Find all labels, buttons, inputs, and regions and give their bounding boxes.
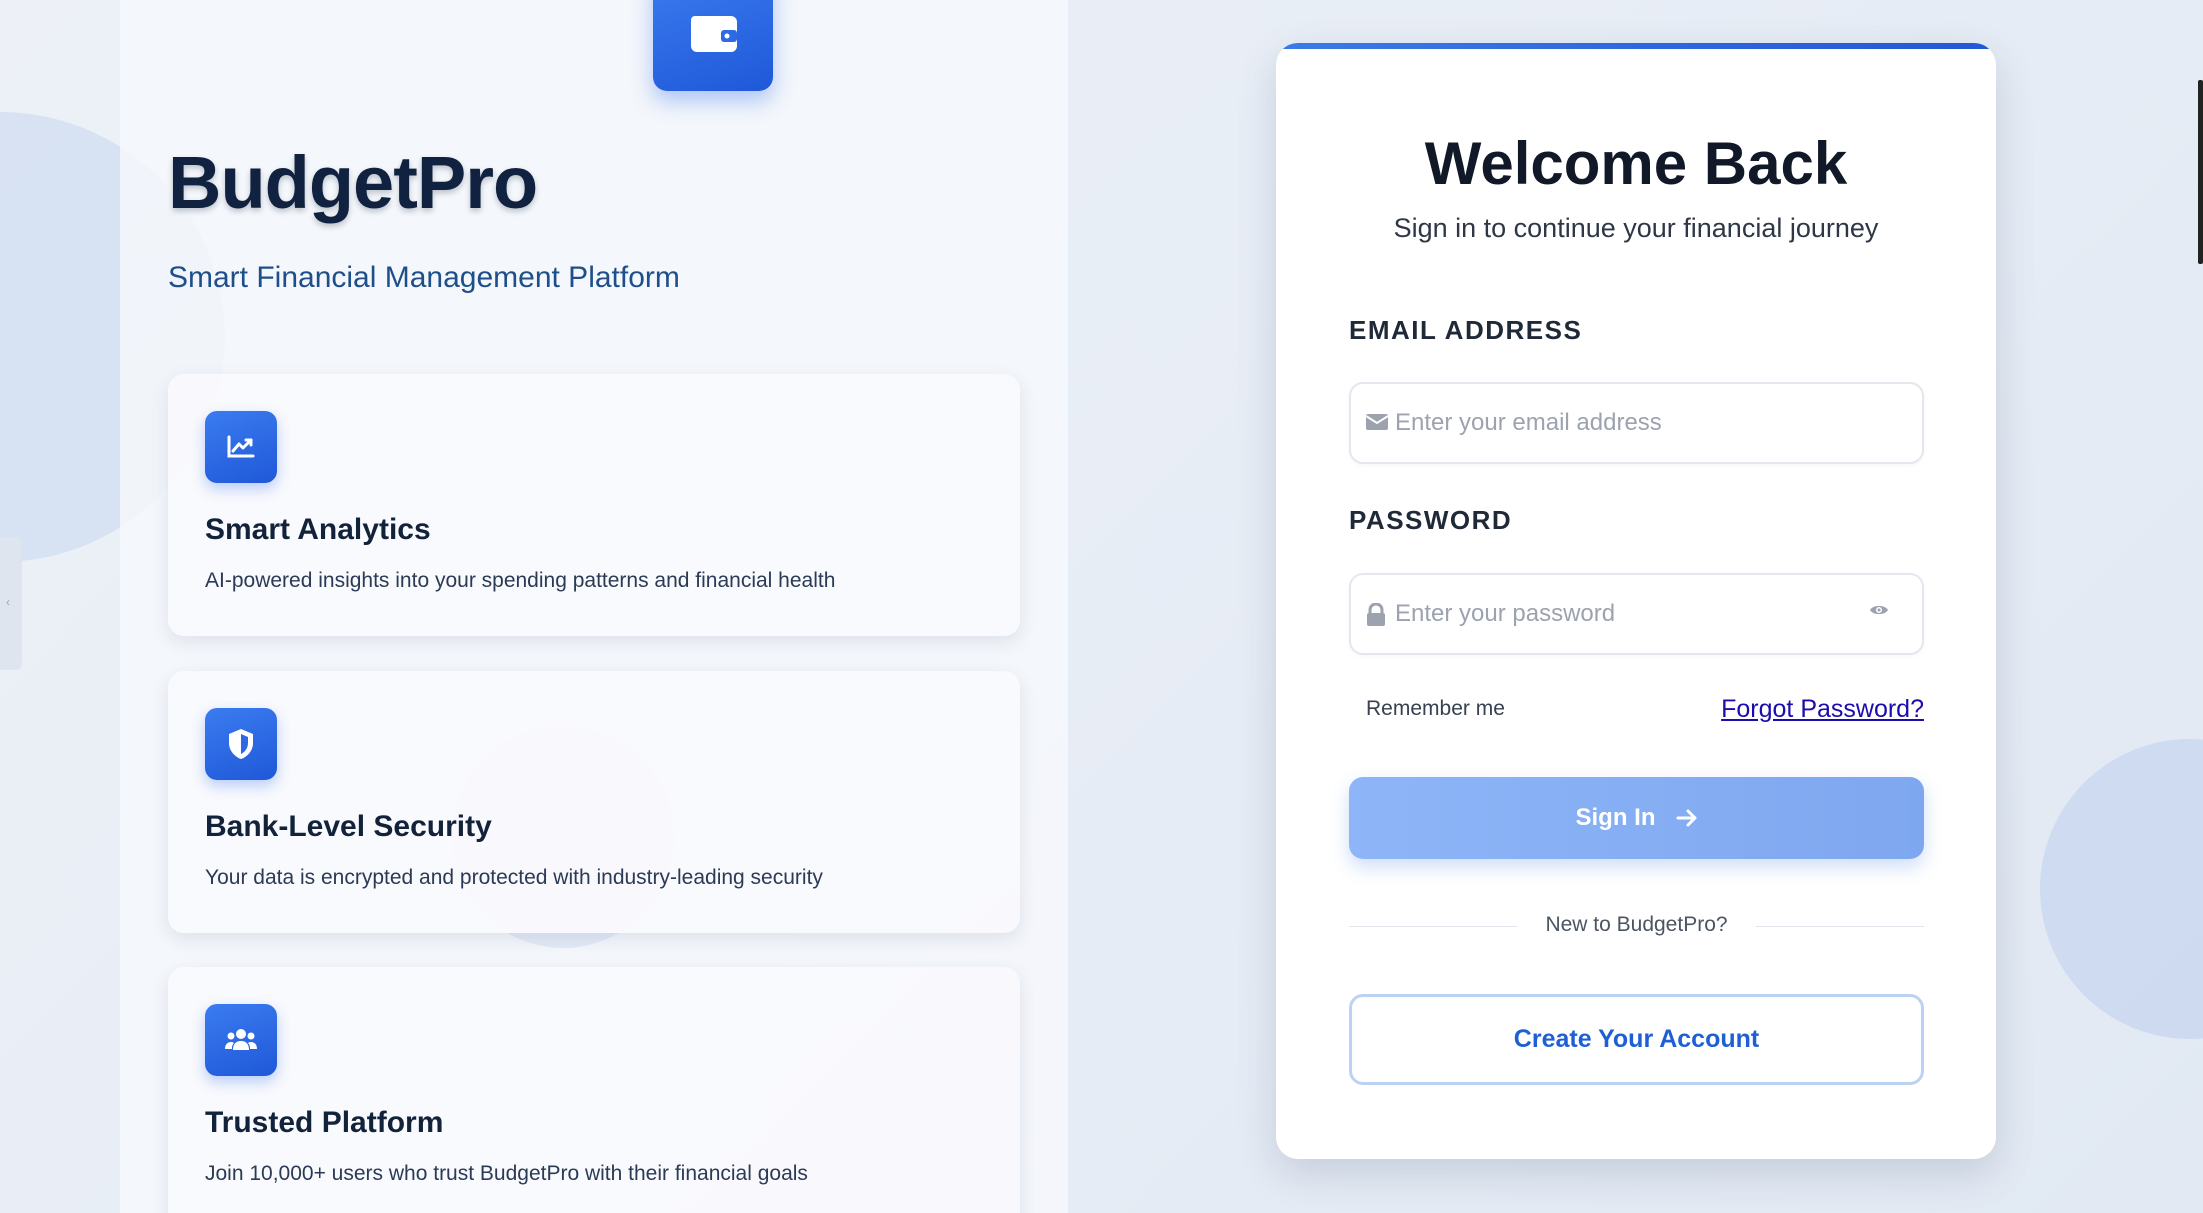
brand-tagline: Smart Financial Management Platform — [168, 261, 680, 294]
create-account-label: Create Your Account — [1513, 1025, 1760, 1053]
card-accent-bar — [1276, 43, 1996, 49]
feature-card-analytics: Smart Analytics AI-powered insights into… — [168, 374, 1020, 636]
login-card: Welcome Back Sign in to continue your fi… — [1276, 43, 1996, 1159]
chart-line-icon — [205, 411, 277, 483]
feature-card-security: Bank-Level Security Your data is encrypt… — [168, 671, 1020, 933]
collapse-handle[interactable]: ‹ — [0, 537, 22, 670]
decorative-circle — [2040, 739, 2203, 1039]
envelope-icon — [1365, 414, 1389, 430]
feature-description: Join 10,000+ users who trust BudgetPro w… — [205, 1162, 808, 1185]
password-label: PASSWORD — [1349, 505, 1513, 535]
login-subtitle: Sign in to continue your financial journ… — [1393, 213, 1879, 243]
sign-in-button[interactable]: Sign In — [1349, 777, 1924, 859]
wallet-icon — [691, 16, 737, 52]
feature-title: Bank-Level Security — [205, 810, 492, 843]
create-account-button[interactable]: Create Your Account — [1349, 994, 1924, 1085]
divider-text: New to BudgetPro? — [1545, 913, 1728, 936]
signup-divider: New to BudgetPro? — [1349, 911, 1924, 941]
password-input[interactable] — [1395, 575, 1875, 653]
divider-line — [1756, 926, 1924, 927]
remember-me-label[interactable]: Remember me — [1366, 697, 1505, 721]
feature-title: Trusted Platform — [205, 1106, 444, 1139]
feature-description: AI-powered insights into your spending p… — [205, 569, 836, 592]
brand-panel: BudgetPro Smart Financial Management Pla… — [120, 0, 1068, 1213]
arrow-right-icon — [1676, 809, 1696, 827]
login-page: BudgetPro Smart Financial Management Pla… — [0, 0, 2203, 1213]
brand-title: BudgetPro — [168, 141, 538, 224]
shield-icon — [205, 708, 277, 780]
email-label: EMAIL ADDRESS — [1349, 315, 1583, 345]
feature-title: Smart Analytics — [205, 513, 431, 546]
email-input[interactable] — [1395, 384, 1875, 462]
feature-card-trusted: Trusted Platform Join 10,000+ users who … — [168, 967, 1020, 1213]
eye-icon[interactable] — [1869, 603, 1889, 617]
forgot-password-link[interactable]: Forgot Password? — [1719, 695, 1924, 724]
users-icon — [205, 1004, 277, 1076]
lock-icon — [1367, 603, 1385, 626]
chevron-left-icon: ‹ — [6, 595, 10, 609]
feature-description: Your data is encrypted and protected wit… — [205, 866, 823, 889]
email-field[interactable] — [1349, 382, 1924, 464]
sign-in-label: Sign In — [1575, 804, 1656, 831]
scrollbar-thumb[interactable] — [2198, 80, 2203, 264]
wallet-logo — [653, 0, 773, 91]
password-field[interactable] — [1349, 573, 1924, 655]
login-title: Welcome Back — [1424, 130, 1848, 197]
